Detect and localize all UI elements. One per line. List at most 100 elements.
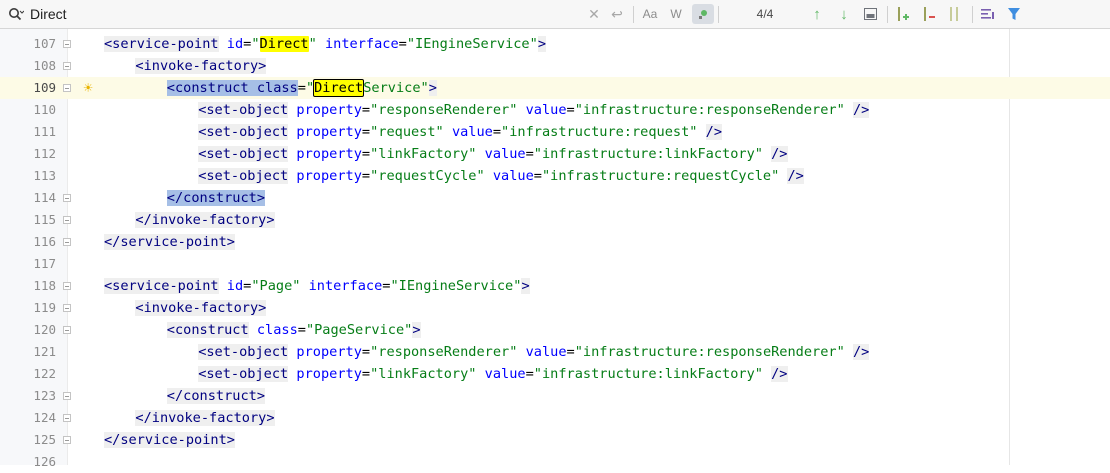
code-token: value <box>492 168 534 184</box>
code-line[interactable]: 114 </construct> <box>0 187 1110 209</box>
code-text[interactable]: <set-object property="requestCycle" valu… <box>198 165 804 187</box>
code-text[interactable]: </service-point> <box>104 429 235 451</box>
fold-marker-icon[interactable] <box>63 304 71 312</box>
code-text[interactable]: <service-point id="Direct" interface="IE… <box>104 33 546 55</box>
add-occurrence-icon[interactable] <box>894 0 912 28</box>
fold-marker-icon[interactable] <box>63 40 71 48</box>
regex-icon[interactable] <box>692 4 714 24</box>
code-text[interactable]: <invoke-factory> <box>135 55 267 77</box>
code-line[interactable]: 122 <set-object property="linkFactory" va… <box>0 363 1110 385</box>
code-text[interactable]: <invoke-factory> <box>135 297 267 319</box>
code-token: = <box>566 344 575 360</box>
line-number: 125 <box>33 432 56 447</box>
fold-marker-icon[interactable] <box>63 436 71 444</box>
fold-marker-icon[interactable] <box>63 282 71 290</box>
line-number: 119 <box>33 300 56 315</box>
fold-marker-icon[interactable] <box>63 216 71 224</box>
code-editor[interactable]: 107 <service-point id="Direct" interface=… <box>0 29 1110 469</box>
line-number: 117 <box>33 256 56 271</box>
newline-icon[interactable]: ↩ <box>608 0 626 28</box>
code-line[interactable]: 117 <box>0 253 1110 275</box>
code-line[interactable]: 115 </invoke-factory> <box>0 209 1110 231</box>
search-icon[interactable] <box>6 0 26 28</box>
code-token: property <box>296 344 362 360</box>
select-all-carets-icon[interactable] <box>946 0 964 28</box>
code-text[interactable]: <construct class="DirectService"> <box>166 77 437 99</box>
code-token: value <box>484 366 526 382</box>
code-token: "infrastructure:linkFactory" <box>533 366 763 382</box>
code-text[interactable]: <construct class="PageService"> <box>166 319 421 341</box>
fold-marker-icon[interactable] <box>63 392 71 400</box>
code-text[interactable]: </service-point> <box>104 231 235 253</box>
code-token: </service-point> <box>104 432 235 448</box>
code-line[interactable]: 116 </service-point> <box>0 231 1110 253</box>
code-line[interactable]: 111 <set-object property="request" value=… <box>0 121 1110 143</box>
filter-icon[interactable] <box>1005 0 1023 28</box>
search-input[interactable]: Direct <box>30 6 67 22</box>
line-number: 122 <box>33 366 56 381</box>
code-token: = <box>361 124 371 140</box>
fold-marker-icon[interactable] <box>63 238 71 246</box>
fold-marker-icon[interactable] <box>63 414 71 422</box>
code-token: = <box>361 102 371 118</box>
fold-marker-icon[interactable] <box>63 62 71 70</box>
code-line[interactable]: 108 <invoke-factory> <box>0 55 1110 77</box>
code-text[interactable]: <set-object property="responseRenderer" … <box>198 341 870 363</box>
code-text[interactable]: </invoke-factory> <box>135 407 275 429</box>
fold-marker-icon[interactable] <box>63 194 71 202</box>
code-line[interactable]: 118 <service-point id="Page" interface="I… <box>0 275 1110 297</box>
code-line[interactable]: 124 </invoke-factory> <box>0 407 1110 429</box>
line-number: 110 <box>33 102 56 117</box>
code-text[interactable]: <set-object property="linkFactory" value… <box>198 363 788 385</box>
code-token: property <box>296 366 362 382</box>
code-line[interactable]: 113 <set-object property="requestCycle" v… <box>0 165 1110 187</box>
code-line[interactable]: 112 <set-object property="linkFactory" va… <box>0 143 1110 165</box>
fold-marker-icon[interactable] <box>63 326 71 334</box>
code-line[interactable]: 123 </construct> <box>0 385 1110 407</box>
code-token: <set-object <box>198 366 289 382</box>
match-case-icon[interactable]: Aa <box>640 0 660 28</box>
code-line[interactable]: 120 <construct class="PageService"> <box>0 319 1110 341</box>
code-token: > <box>428 80 437 96</box>
filter-options-icon[interactable] <box>979 0 997 28</box>
code-token: property <box>296 124 362 140</box>
code-line[interactable]: 121 <set-object property="responseRendere… <box>0 341 1110 363</box>
code-text[interactable]: </invoke-factory> <box>135 209 275 231</box>
code-token: = <box>361 168 371 184</box>
code-line[interactable]: 119 <invoke-factory> <box>0 297 1110 319</box>
fold-marker-icon[interactable] <box>63 84 71 92</box>
code-line[interactable]: 109 ☀ <construct class="DirectService"> <box>0 77 1110 99</box>
previous-occurrence-icon[interactable]: ↑ <box>808 0 826 28</box>
code-token: "request" <box>370 124 444 140</box>
code-line[interactable]: 110 <set-object property="responseRendere… <box>0 99 1110 121</box>
code-text[interactable]: <set-object property="responseRenderer" … <box>198 99 870 121</box>
intention-bulb-icon[interactable]: ☀ <box>80 79 96 97</box>
line-number: 116 <box>33 234 56 249</box>
code-line[interactable]: 107 <service-point id="Direct" interface=… <box>0 33 1110 55</box>
clear-icon[interactable]: ✕ <box>586 0 602 28</box>
code-text[interactable]: </construct> <box>166 385 266 407</box>
remove-occurrence-icon[interactable] <box>920 0 938 28</box>
code-text[interactable]: <service-point id="Page" interface="IEng… <box>104 275 530 297</box>
code-line[interactable]: 126 <box>0 451 1110 473</box>
code-text[interactable]: </construct> <box>166 187 266 209</box>
whole-word-icon[interactable]: W <box>666 0 686 28</box>
code-line[interactable]: 125 </service-point> <box>0 429 1110 451</box>
code-token: property <box>296 102 362 118</box>
code-token: = <box>361 146 371 162</box>
code-token: > <box>521 278 530 294</box>
next-occurrence-icon[interactable]: ↓ <box>835 0 853 28</box>
line-number: 123 <box>33 388 56 403</box>
line-number: 114 <box>33 190 56 205</box>
code-token: = <box>297 80 306 96</box>
code-text[interactable]: <set-object property="linkFactory" value… <box>198 143 788 165</box>
code-text[interactable]: <set-object property="request" value="in… <box>198 121 723 143</box>
select-all-occurrences-icon[interactable] <box>861 0 879 28</box>
